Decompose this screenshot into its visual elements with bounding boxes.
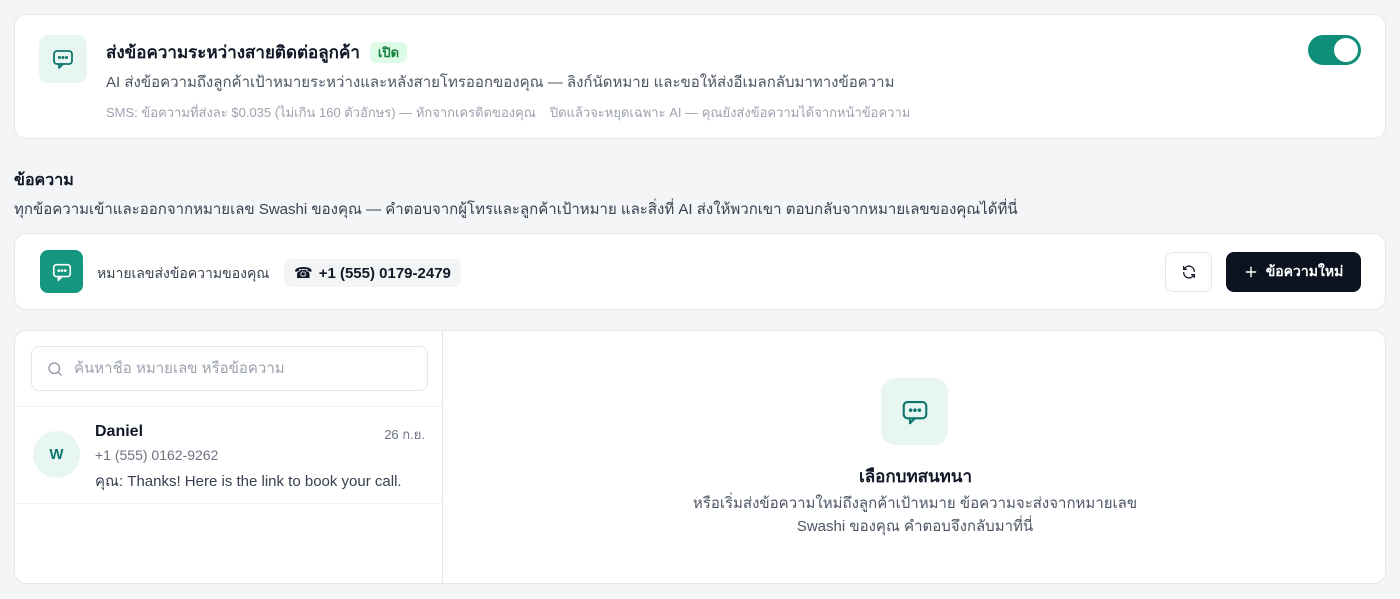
feature-title-row: ส่งข้อความระหว่างสายติดต่อลูกค้า เปิด [106,39,408,66]
conversation-list-pane: W Daniel 26 ก.ย. +1 (555) 0162-9262 คุณ:… [15,331,443,583]
status-badge: เปิด [369,42,408,63]
messaging-number-bar: หมายเลขส่งข้อความของคุณ ☎ +1 (555) 0179-… [14,233,1386,310]
phone-icon: ☎ [294,265,313,282]
conversation-preview: คุณ: Thanks! Here is the link to book yo… [95,473,402,490]
messaging-number-chip: ☎ +1 (555) 0179-2479 [284,259,461,287]
avatar: W [33,431,80,478]
conversation-date: 26 ก.ย. [384,427,425,442]
feature-title: ส่งข้อความระหว่างสายติดต่อลูกค้า [106,43,360,62]
ai-messaging-feature-card: ส่งข้อความระหว่างสายติดต่อลูกค้า เปิด AI… [14,14,1386,139]
conversation-list-item[interactable]: W Daniel 26 ก.ย. +1 (555) 0162-9262 คุณ:… [15,407,442,504]
search-box[interactable] [31,346,428,391]
conversation-name: Daniel [95,423,144,440]
feature-note-off: ปิดแล้วจะหยุดเฉพาะ AI — คุณยังส่งข้อความ… [549,105,911,120]
messages-panel: W Daniel 26 ก.ย. +1 (555) 0162-9262 คุณ:… [14,330,1386,584]
empty-conversation-state: เลือกบทสนทนา หรือเริ่มส่งข้อความใหม่ถึงล… [444,331,1385,583]
empty-state-description: หรือเริ่มส่งข้อความใหม่ถึงลูกค้าเป้าหมาย… [692,495,1138,535]
conversation-phone: +1 (555) 0162-9262 [95,447,219,463]
feature-note-cost: SMS: ข้อความที่ส่งละ $0.035 (ไม่เกิน 160… [106,105,536,120]
new-message-label: ข้อความใหม่ [1265,263,1344,279]
search-icon [48,361,62,376]
plus-icon [1245,266,1257,278]
messaging-number-label: หมายเลขส่งข้อความของคุณ [97,265,270,281]
chat-bubble-icon [40,250,83,293]
chat-bubble-icon [39,35,87,83]
new-message-button[interactable]: ข้อความใหม่ [1226,252,1361,292]
ai-messaging-toggle[interactable] [1308,35,1361,65]
feature-description: AI ส่งข้อความถึงลูกค้าเป้าหมายระหว่างและ… [106,74,895,91]
refresh-icon [1182,265,1195,279]
refresh-button[interactable] [1165,252,1212,292]
search-input[interactable] [74,360,404,377]
feature-note: SMS: ข้อความที่ส่งละ $0.035 (ไม่เกิน 160… [106,102,910,123]
chat-bubble-icon [881,378,948,445]
toggle-knob [1334,38,1358,62]
messages-section-title: ข้อความ [14,172,74,189]
empty-state-title: เลือกบทสนทนา [858,467,973,486]
messaging-phone-number: +1 (555) 0179-2479 [318,264,451,282]
messages-section-description: ทุกข้อความเข้าและออกจากหมายเลข Swashi ขอ… [14,201,1018,218]
